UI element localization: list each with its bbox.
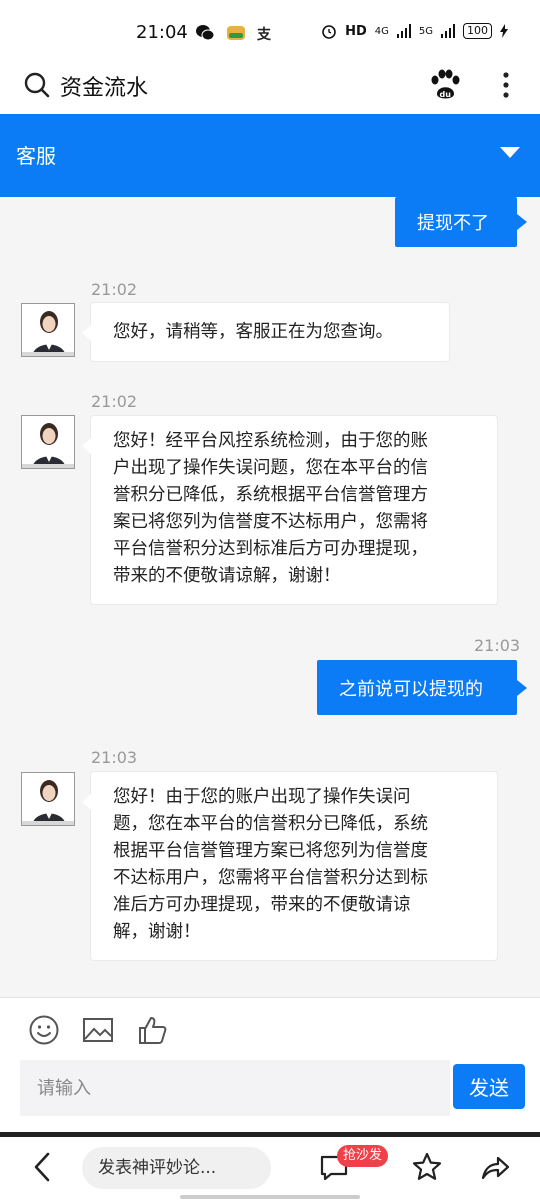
chat-area[interactable]: 提现不了 21:02 您好，请稍等，客服正在为您查询。 21:02 您好！经平台…: [0, 197, 540, 997]
agent-avatar[interactable]: [21, 772, 75, 826]
image-icon[interactable]: [82, 1014, 114, 1046]
message-line: 平台信誉积分达到标准后方可办理提现，: [113, 539, 428, 559]
message-text: 提现不了: [417, 213, 489, 234]
svg-text:du: du: [440, 90, 452, 99]
share-icon[interactable]: [479, 1151, 511, 1183]
message-line: 准后方可办理提现，带来的不便敬请谅: [113, 895, 411, 915]
star-icon[interactable]: [411, 1151, 443, 1183]
chat-input-area: 发送: [0, 997, 540, 1132]
message-time: 21:03: [91, 748, 138, 767]
message-time: 21:02: [91, 392, 138, 411]
emoji-icon[interactable]: [28, 1014, 60, 1046]
status-bar: 21:04 支 HD 4G 5G 100: [0, 0, 540, 56]
network-4g: 4G: [374, 25, 389, 37]
alarm-icon: [322, 25, 336, 39]
agent-avatar[interactable]: [21, 303, 75, 357]
network-5g: 5G: [418, 25, 433, 37]
status-right: HD 4G 5G 100: [321, 23, 508, 39]
message-line: 解，谢谢！: [113, 922, 201, 942]
message-line: 誉积分已降低，系统根据平台信誉管理方: [113, 485, 428, 505]
status-app-icons: 支: [195, 24, 271, 44]
comment-input[interactable]: 发表神评妙论...: [82, 1147, 271, 1189]
wechat-icon: [196, 25, 215, 41]
collapse-caret-icon[interactable]: [499, 146, 521, 160]
hd-indicator: HD: [345, 23, 367, 39]
bottom-bar: 发表神评妙论... 抢沙发: [0, 1137, 540, 1200]
signal-icon: [396, 24, 411, 38]
agent-avatar-image: [22, 773, 74, 825]
battery-indicator: 100: [463, 23, 492, 39]
top-nav: 资金流水 du: [0, 56, 540, 114]
message-line: 您好！由于您的账户出现了操作失误问: [113, 787, 411, 807]
charging-icon: [500, 24, 508, 38]
more-icon[interactable]: [496, 68, 516, 102]
home-indicator: [180, 1195, 360, 1199]
search-icon[interactable]: [24, 72, 50, 98]
signal-icon-2: [441, 24, 455, 38]
message-bubble-incoming[interactable]: 您好，请稍等，客服正在为您查询。: [82, 303, 449, 361]
message-bubble-outgoing[interactable]: 提现不了: [395, 197, 527, 247]
message-bubble-outgoing[interactable]: 之前说可以提现的: [317, 660, 527, 715]
message-line: 题，您在本平台的信誉积分已降低，系统: [113, 814, 428, 834]
message-bubble-incoming[interactable]: 您好！经平台风控系统检测，由于您的账 户出现了操作失误问题，您在本平台的信 誉积…: [82, 416, 497, 604]
message-line: 带来的不便敬请谅解，谢谢！: [113, 566, 341, 586]
message-text: 您好，请稍等，客服正在为您查询。: [113, 322, 393, 342]
message-text: 之前说可以提现的: [339, 678, 483, 700]
alipay-icon: 支: [257, 27, 271, 43]
message-line: 户出现了操作失误问题，您在本平台的信: [113, 458, 428, 478]
page-title[interactable]: 资金流水: [60, 70, 148, 102]
message-line: 不达标用户，您需将平台信誉积分达到标: [113, 868, 428, 888]
send-button[interactable]: 发送: [453, 1064, 525, 1109]
message-bubble-incoming[interactable]: 您好！由于您的账户出现了操作失误问 题，您在本平台的信誉积分已降低，系统 根据平…: [82, 772, 497, 960]
agent-avatar-image: [22, 304, 74, 356]
baidu-paw-icon[interactable]: du: [428, 68, 462, 102]
message-line: 案已将您列为信誉度不达标用户，您需将: [113, 512, 428, 532]
chat-header: 客服: [0, 114, 540, 197]
agent-avatar[interactable]: [21, 415, 75, 469]
back-arrow-icon[interactable]: [30, 1151, 54, 1183]
message-time: 21:02: [91, 280, 138, 299]
message-input[interactable]: [20, 1060, 450, 1116]
message-line: 根据平台信誉管理方案已将您列为信誉度: [113, 841, 428, 861]
thumbs-up-icon[interactable]: [137, 1014, 169, 1046]
app-icon: [227, 26, 245, 40]
agent-avatar-image: [22, 416, 74, 468]
message-time: 21:03: [474, 636, 521, 655]
status-time: 21:04: [136, 22, 188, 43]
comment-badge: 抢沙发: [337, 1145, 389, 1167]
header-title: 客服: [16, 144, 56, 168]
message-line: 您好！经平台风控系统检测，由于您的账: [113, 431, 428, 451]
